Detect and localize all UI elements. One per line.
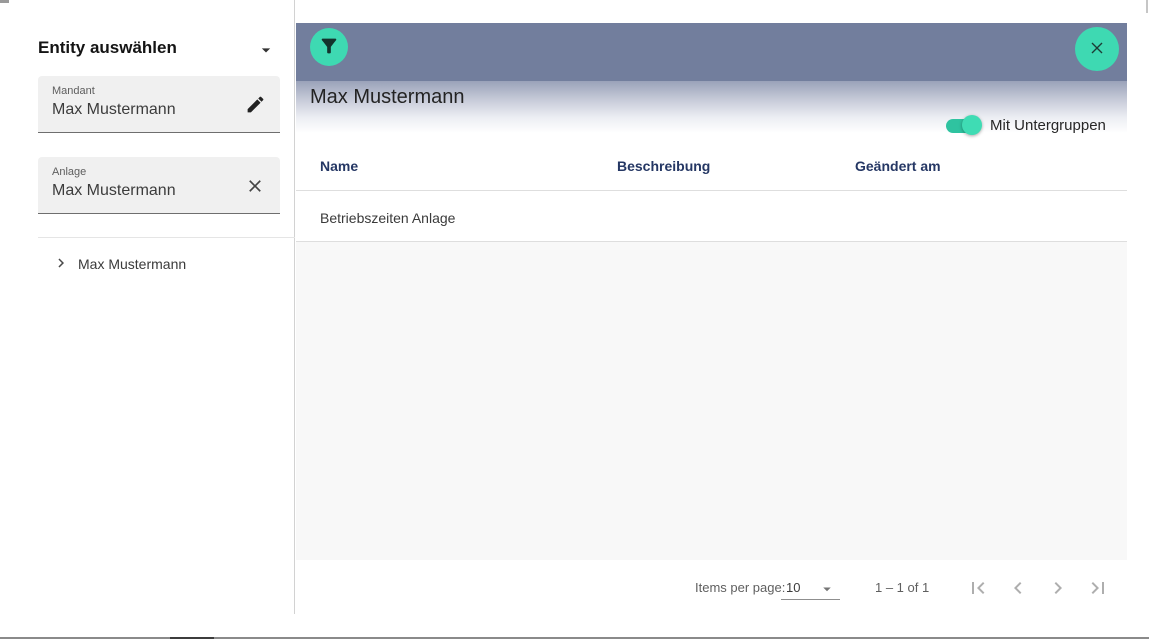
- tree-item-max-mustermann[interactable]: Max Mustermann: [0, 250, 295, 280]
- mandant-field-label: Mandant: [52, 85, 95, 97]
- previous-page-button[interactable]: [1006, 576, 1030, 600]
- clear-icon[interactable]: [245, 176, 266, 197]
- subgroups-toggle-label: Mit Untergruppen: [990, 117, 1106, 134]
- filter-button[interactable]: [310, 28, 348, 66]
- horizontal-scrollbar-thumb[interactable]: [170, 637, 214, 639]
- filter-icon: [318, 35, 340, 60]
- table-row[interactable]: Betriebszeiten Anlage: [296, 191, 1127, 241]
- subgroups-toggle[interactable]: [946, 112, 986, 138]
- items-per-page-label: Items per page:: [695, 580, 785, 595]
- render-artifact: [0, 0, 9, 3]
- vertical-scrollbar[interactable]: [1146, 0, 1148, 13]
- anlage-field-value: Max Mustermann: [52, 182, 176, 200]
- table-empty-area: [296, 242, 1127, 560]
- column-header-geaendert-am[interactable]: Geändert am: [855, 158, 941, 174]
- mandant-field-value: Max Mustermann: [52, 101, 176, 119]
- panel-header-bar: [296, 23, 1127, 81]
- close-button[interactable]: [1075, 27, 1119, 71]
- panel-title: Max Mustermann: [310, 86, 465, 109]
- group-panel: Max Mustermann Mit Untergruppen Name Bes…: [296, 0, 1127, 614]
- chevron-down-icon[interactable]: [256, 40, 276, 60]
- column-header-name[interactable]: Name: [320, 158, 358, 174]
- row-cell-name: Betriebszeiten Anlage: [320, 210, 455, 226]
- sidebar-title: Entity auswählen: [38, 38, 177, 58]
- tree-item-label: Max Mustermann: [78, 256, 186, 272]
- last-page-button[interactable]: [1086, 576, 1110, 600]
- paginator: Items per page: 10 1 – 1 of 1: [296, 560, 1127, 614]
- page-size-caret-icon[interactable]: [818, 580, 836, 598]
- edit-icon[interactable]: [245, 94, 266, 115]
- mandant-field[interactable]: Mandant Max Mustermann: [38, 76, 280, 133]
- entity-sidebar: Entity auswählen Mandant Max Mustermann …: [0, 0, 295, 614]
- sidebar-divider: [38, 237, 295, 238]
- chevron-right-icon[interactable]: [52, 254, 70, 272]
- page-range-label: 1 – 1 of 1: [875, 580, 929, 595]
- anlage-field[interactable]: Anlage Max Mustermann: [38, 157, 280, 214]
- close-icon: [1086, 37, 1108, 62]
- toggle-thumb: [962, 115, 982, 135]
- first-page-button[interactable]: [966, 576, 990, 600]
- app-window: Entity auswählen Mandant Max Mustermann …: [0, 0, 1149, 641]
- column-header-beschreibung[interactable]: Beschreibung: [617, 158, 710, 174]
- next-page-button[interactable]: [1046, 576, 1070, 600]
- page-size-underline: [781, 599, 840, 600]
- page-size-select[interactable]: 10: [786, 580, 800, 595]
- anlage-field-label: Anlage: [52, 166, 86, 178]
